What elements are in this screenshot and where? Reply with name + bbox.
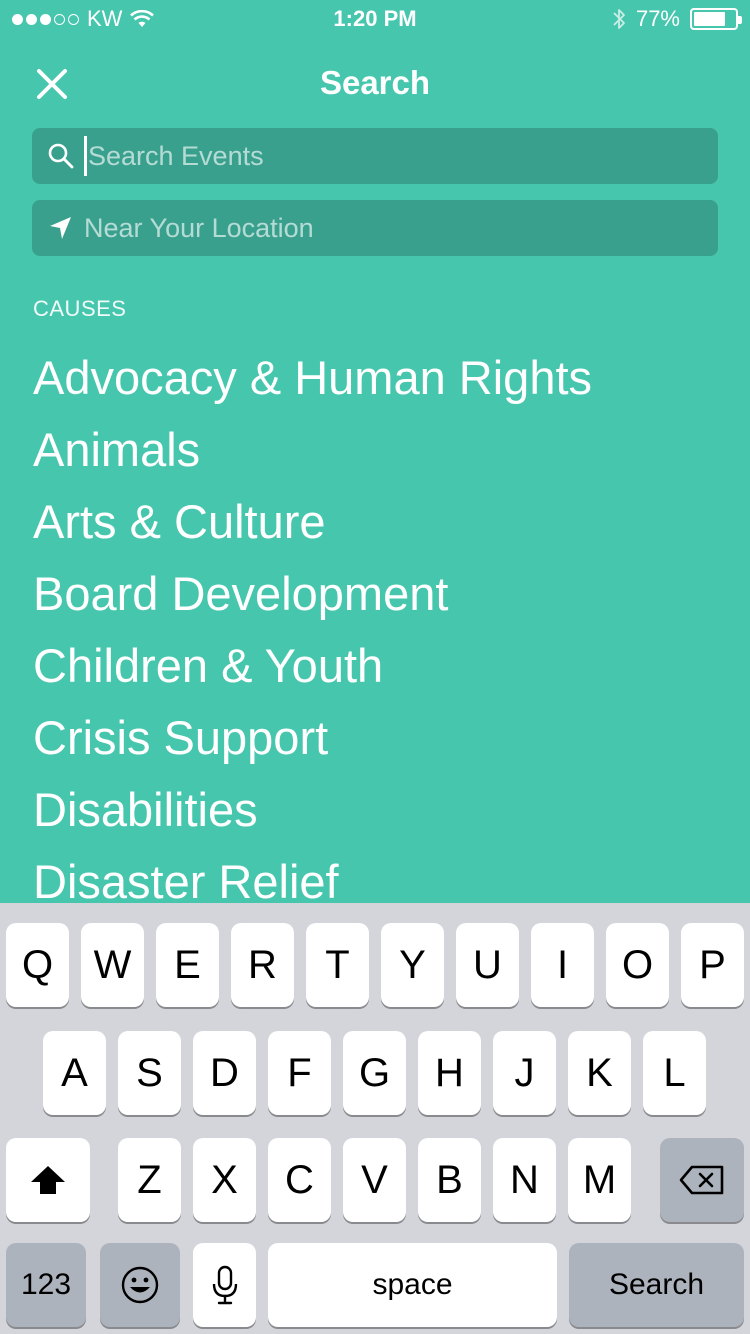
battery-fill [694, 12, 725, 26]
key-z[interactable]: Z [118, 1138, 181, 1222]
keyboard: Q W E R T Y U I O P A S D F G H J K L Z … [0, 903, 750, 1334]
key-r[interactable]: R [231, 923, 294, 1007]
key-s[interactable]: S [118, 1031, 181, 1115]
causes-section-label: CAUSES [33, 296, 127, 321]
cause-item[interactable]: Arts & Culture [33, 490, 592, 562]
key-j[interactable]: J [493, 1031, 556, 1115]
location-field[interactable] [32, 200, 718, 256]
key-v[interactable]: V [343, 1138, 406, 1222]
microphone-key[interactable] [193, 1243, 256, 1327]
bluetooth-icon [613, 9, 625, 29]
space-key[interactable]: space [268, 1243, 557, 1327]
cause-item[interactable]: Animals [33, 418, 592, 490]
cause-item[interactable]: Board Development [33, 562, 592, 634]
battery-percentage: 77% [635, 6, 680, 31]
key-l[interactable]: L [643, 1031, 706, 1115]
delete-key[interactable] [660, 1138, 744, 1222]
cause-item[interactable]: Advocacy & Human Rights [33, 346, 592, 418]
key-m[interactable]: M [568, 1138, 631, 1222]
key-h[interactable]: H [418, 1031, 481, 1115]
search-icon [48, 143, 74, 169]
key-p[interactable]: P [681, 923, 744, 1007]
key-b[interactable]: B [418, 1138, 481, 1222]
key-y[interactable]: Y [381, 923, 444, 1007]
location-arrow-icon [50, 217, 71, 239]
cause-item[interactable]: Crisis Support [33, 706, 592, 778]
cause-item[interactable]: Children & Youth [33, 634, 592, 706]
key-c[interactable]: C [268, 1138, 331, 1222]
key-f[interactable]: F [268, 1031, 331, 1115]
status-bar: KW 1:20 PM 77% [0, 0, 750, 40]
search-key[interactable]: Search [569, 1243, 744, 1327]
shift-icon [31, 1166, 65, 1194]
key-g[interactable]: G [343, 1031, 406, 1115]
key-d[interactable]: D [193, 1031, 256, 1115]
key-e[interactable]: E [156, 923, 219, 1007]
battery-icon [690, 8, 742, 30]
key-a[interactable]: A [43, 1031, 106, 1115]
microphone-icon [212, 1265, 237, 1305]
key-n[interactable]: N [493, 1138, 556, 1222]
backspace-icon [679, 1165, 724, 1195]
emoji-key[interactable] [100, 1243, 180, 1327]
emoji-icon [121, 1266, 159, 1304]
page-title: Search [319, 64, 431, 101]
causes-list: Advocacy & Human Rights Animals Arts & C… [33, 346, 592, 922]
key-t[interactable]: T [306, 923, 369, 1007]
shift-key[interactable] [6, 1138, 90, 1222]
search-field[interactable] [32, 128, 718, 184]
location-input[interactable] [84, 200, 718, 256]
key-q[interactable]: Q [6, 923, 69, 1007]
battery-tip [738, 16, 742, 24]
key-w[interactable]: W [81, 923, 144, 1007]
key-u[interactable]: U [456, 923, 519, 1007]
cause-item[interactable]: Disabilities [33, 778, 592, 850]
key-x[interactable]: X [193, 1138, 256, 1222]
key-k[interactable]: K [568, 1031, 631, 1115]
numbers-key[interactable]: 123 [6, 1243, 86, 1327]
key-i[interactable]: I [531, 923, 594, 1007]
search-input[interactable] [88, 128, 718, 184]
text-cursor [84, 136, 87, 176]
status-right: 77% [612, 6, 742, 32]
key-o[interactable]: O [606, 923, 669, 1007]
